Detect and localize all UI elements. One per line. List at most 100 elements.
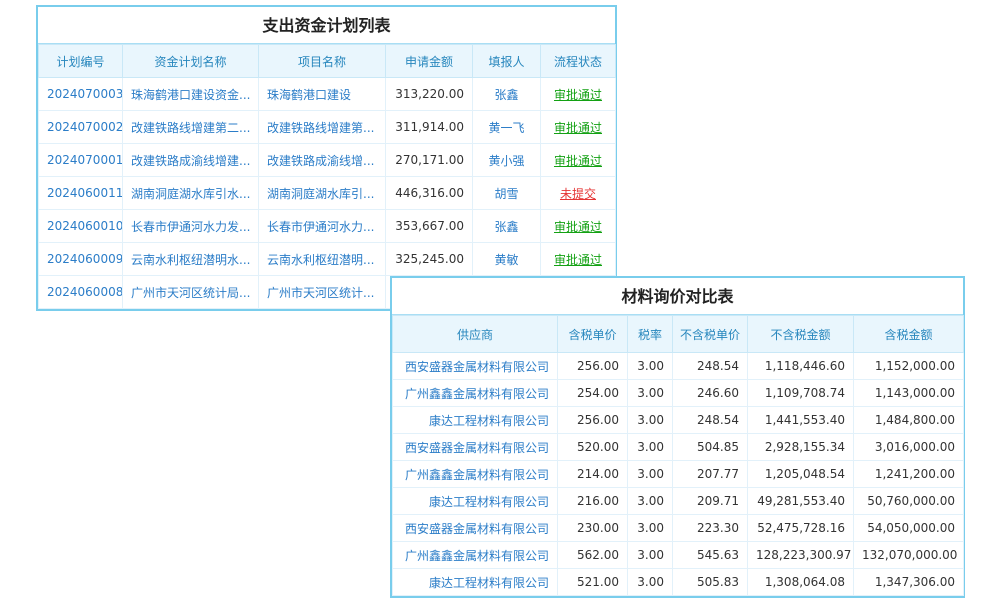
amount-tax-cell: 1,241,200.00 [854,461,964,488]
supplier-link[interactable]: 广州鑫鑫金属材料有限公司 [393,461,558,488]
fund-plan-name-link[interactable]: 云南水利枢纽潜明水... [123,243,259,276]
tax-rate-cell: 3.00 [628,569,673,596]
tax-rate-cell: 3.00 [628,488,673,515]
project-name-link[interactable]: 珠海鹤港口建设 [259,78,386,111]
project-name-link[interactable]: 改建铁路线增建第... [259,111,386,144]
status-link[interactable]: 审批通过 [541,210,616,243]
col-header-tax-rate: 税率 [628,316,673,353]
unit-price-no-tax-cell: 504.85 [673,434,748,461]
amount-no-tax-cell: 1,441,553.40 [748,407,854,434]
unit-price-tax-cell: 256.00 [558,353,628,380]
plan-no-link[interactable]: 2024060008 [39,276,123,309]
col-header-reporter: 填报人 [473,45,541,78]
amount-tax-cell: 1,484,800.00 [854,407,964,434]
plan-table-row: 2024060010 长春市伊通河水力发... 长春市伊通河水力... 353,… [39,210,616,243]
amount-cell: 325,245.00 [386,243,473,276]
fund-plan-name-link[interactable]: 改建铁路线增建第二... [123,111,259,144]
col-header-amount-no-tax: 不含税金额 [748,316,854,353]
reporter-cell: 胡雪 [473,177,541,210]
amount-cell: 270,171.00 [386,144,473,177]
amount-tax-cell: 1,143,000.00 [854,380,964,407]
unit-price-tax-cell: 254.00 [558,380,628,407]
reporter-cell: 黄小强 [473,144,541,177]
supplier-link[interactable]: 康达工程材料有限公司 [393,569,558,596]
status-link[interactable]: 审批通过 [541,243,616,276]
plan-table-row: 2024070003 珠海鹤港口建设资金... 珠海鹤港口建设 313,220.… [39,78,616,111]
plan-no-link[interactable]: 2024070003 [39,78,123,111]
project-name-link[interactable]: 广州市天河区统计... [259,276,386,309]
plan-no-link[interactable]: 2024060011 [39,177,123,210]
page: 支出资金计划列表 计划编号 资金计划名称 项目名称 申请金额 填报人 流程状态 … [0,0,1000,600]
unit-price-tax-cell: 230.00 [558,515,628,542]
project-name-link[interactable]: 云南水利枢纽潜明... [259,243,386,276]
col-header-fund-plan-name: 资金计划名称 [123,45,259,78]
fund-plan-name-link[interactable]: 改建铁路成渝线增建... [123,144,259,177]
fund-plan-name-link[interactable]: 湖南洞庭湖水库引水... [123,177,259,210]
status-link[interactable]: 审批通过 [541,78,616,111]
reporter-cell: 张鑫 [473,210,541,243]
amount-no-tax-cell: 49,281,553.40 [748,488,854,515]
status-link[interactable]: 审批通过 [541,111,616,144]
quote-table-header: 供应商 含税单价 税率 不含税单价 不含税金额 含税金额 [393,316,964,353]
project-name-link[interactable]: 长春市伊通河水力... [259,210,386,243]
amount-tax-cell: 54,050,000.00 [854,515,964,542]
unit-price-no-tax-cell: 209.71 [673,488,748,515]
quote-table-row: 广州鑫鑫金属材料有限公司 214.00 3.00 207.77 1,205,04… [393,461,964,488]
col-header-project-name: 项目名称 [259,45,386,78]
quote-table-row: 康达工程材料有限公司 216.00 3.00 209.71 49,281,553… [393,488,964,515]
quote-table-row: 西安盛器金属材料有限公司 230.00 3.00 223.30 52,475,7… [393,515,964,542]
plan-table: 计划编号 资金计划名称 项目名称 申请金额 填报人 流程状态 202407000… [38,44,616,309]
quote-table-row: 康达工程材料有限公司 256.00 3.00 248.54 1,441,553.… [393,407,964,434]
amount-no-tax-cell: 1,205,048.54 [748,461,854,488]
supplier-link[interactable]: 广州鑫鑫金属材料有限公司 [393,542,558,569]
plan-table-body: 2024070003 珠海鹤港口建设资金... 珠海鹤港口建设 313,220.… [39,78,616,309]
quote-table-title: 材料询价对比表 [392,278,963,315]
quote-table-row: 广州鑫鑫金属材料有限公司 562.00 3.00 545.63 128,223,… [393,542,964,569]
amount-cell: 446,316.00 [386,177,473,210]
plan-no-link[interactable]: 2024070002 [39,111,123,144]
supplier-link[interactable]: 康达工程材料有限公司 [393,488,558,515]
plan-no-link[interactable]: 2024060010 [39,210,123,243]
quote-table-row: 广州鑫鑫金属材料有限公司 254.00 3.00 246.60 1,109,70… [393,380,964,407]
unit-price-no-tax-cell: 223.30 [673,515,748,542]
unit-price-no-tax-cell: 248.54 [673,353,748,380]
project-name-link[interactable]: 湖南洞庭湖水库引... [259,177,386,210]
fund-plan-name-link[interactable]: 珠海鹤港口建设资金... [123,78,259,111]
supplier-link[interactable]: 康达工程材料有限公司 [393,407,558,434]
col-header-amount: 申请金额 [386,45,473,78]
quote-table-panel: 材料询价对比表 供应商 含税单价 税率 不含税单价 不含税金额 含税金额 西安盛… [390,276,965,598]
fund-plan-name-link[interactable]: 长春市伊通河水力发... [123,210,259,243]
reporter-cell: 黄一飞 [473,111,541,144]
plan-table-row: 2024070001 改建铁路成渝线增建... 改建铁路成渝线增... 270,… [39,144,616,177]
plan-table-header: 计划编号 资金计划名称 项目名称 申请金额 填报人 流程状态 [39,45,616,78]
unit-price-tax-cell: 520.00 [558,434,628,461]
unit-price-no-tax-cell: 207.77 [673,461,748,488]
tax-rate-cell: 3.00 [628,542,673,569]
supplier-link[interactable]: 西安盛器金属材料有限公司 [393,515,558,542]
quote-table-row: 康达工程材料有限公司 521.00 3.00 505.83 1,308,064.… [393,569,964,596]
quote-table-body: 西安盛器金属材料有限公司 256.00 3.00 248.54 1,118,44… [393,353,964,596]
supplier-link[interactable]: 西安盛器金属材料有限公司 [393,434,558,461]
plan-table-title: 支出资金计划列表 [38,7,615,44]
supplier-link[interactable]: 广州鑫鑫金属材料有限公司 [393,380,558,407]
amount-no-tax-cell: 1,118,446.60 [748,353,854,380]
col-header-unit-price-tax: 含税单价 [558,316,628,353]
amount-no-tax-cell: 2,928,155.34 [748,434,854,461]
amount-cell: 313,220.00 [386,78,473,111]
unit-price-no-tax-cell: 505.83 [673,569,748,596]
amount-cell: 353,667.00 [386,210,473,243]
status-link[interactable]: 审批通过 [541,144,616,177]
fund-plan-name-link[interactable]: 广州市天河区统计局... [123,276,259,309]
unit-price-tax-cell: 256.00 [558,407,628,434]
col-header-unit-price-no-tax: 不含税单价 [673,316,748,353]
tax-rate-cell: 3.00 [628,380,673,407]
amount-no-tax-cell: 52,475,728.16 [748,515,854,542]
plan-no-link[interactable]: 2024070001 [39,144,123,177]
plan-no-link[interactable]: 2024060009 [39,243,123,276]
tax-rate-cell: 3.00 [628,353,673,380]
supplier-link[interactable]: 西安盛器金属材料有限公司 [393,353,558,380]
amount-no-tax-cell: 1,109,708.74 [748,380,854,407]
project-name-link[interactable]: 改建铁路成渝线增... [259,144,386,177]
col-header-plan-no: 计划编号 [39,45,123,78]
status-link[interactable]: 未提交 [541,177,616,210]
